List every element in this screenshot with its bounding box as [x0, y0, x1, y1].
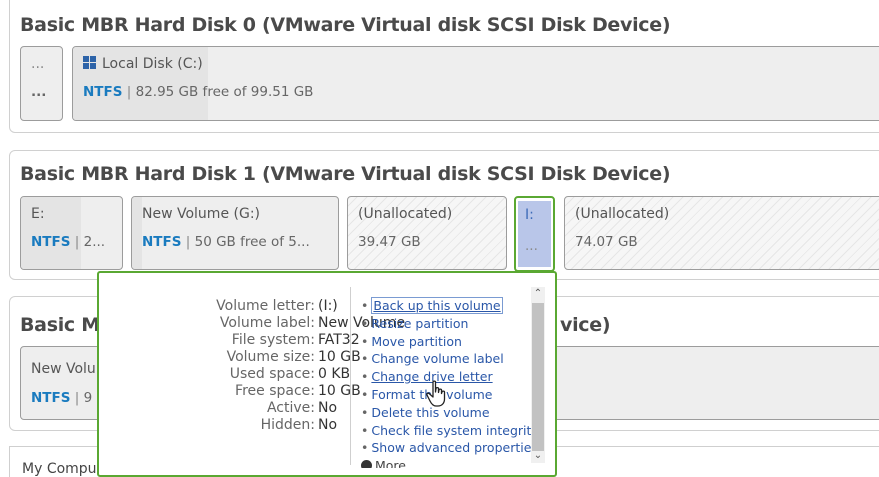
popup-scrollbar[interactable]: ⌃ ⌄: [531, 287, 545, 463]
partition-e-label: E:: [31, 206, 45, 222]
my-computer-label[interactable]: My Compu: [22, 461, 97, 477]
partition-disk-2-meta: NTFS | 9: [31, 390, 93, 406]
partition-c-label: Local Disk (C:): [83, 56, 203, 72]
used-space-fill: [132, 197, 142, 269]
disk-2-title-tail: vice): [560, 314, 611, 336]
action-format-volume[interactable]: • Format this volume: [361, 387, 539, 405]
partition-c[interactable]: Local Disk (C:) NTFS | 82.95 GB free of …: [72, 46, 879, 121]
partition-i-highlight: [518, 201, 551, 267]
scroll-down-icon[interactable]: ⌄: [531, 449, 545, 463]
partition-g-meta: NTFS | 50 GB free of 5...: [142, 234, 310, 250]
partition-g-label: New Volume (G:): [142, 206, 260, 222]
popup-divider: [350, 287, 351, 465]
partition-i[interactable]: I: ...: [514, 196, 555, 272]
action-change-drive-letter[interactable]: • Change drive letter: [361, 369, 539, 387]
partition-e[interactable]: E: NTFS | 2...: [20, 196, 123, 270]
action-delete-volume[interactable]: • Delete this volume: [361, 405, 539, 423]
unallocated-1-size: 39.47 GB: [358, 234, 421, 250]
disk-1-title: Basic MBR Hard Disk 1 (VMware Virtual di…: [20, 163, 671, 185]
disk-2-title: Basic MI: [20, 314, 107, 336]
disk-0-small-partition[interactable]: ... ...: [20, 46, 63, 121]
partition-i-meta: ...: [525, 238, 538, 254]
partition-i-label: I:: [525, 207, 534, 223]
action-move-partition[interactable]: • Move partition: [361, 334, 539, 352]
partition-e-meta: NTFS | 2...: [31, 234, 106, 250]
volume-actions-list: • Back up this volume • Resize partition •…: [361, 297, 539, 469]
used-space-fill: [21, 197, 81, 269]
unallocated-2-label: (Unallocated): [575, 206, 670, 222]
windows-icon: [83, 56, 96, 69]
disk-0-title: Basic MBR Hard Disk 0 (VMware Virtual di…: [20, 14, 671, 36]
disk-0-panel: Basic MBR Hard Disk 0 (VMware Virtual di…: [9, 0, 879, 133]
action-show-advanced-properties[interactable]: • Show advanced properties: [361, 440, 539, 458]
scroll-up-icon[interactable]: ⌃: [531, 287, 545, 301]
unallocated-2-size: 74.07 GB: [575, 234, 638, 250]
unallocated-2[interactable]: (Unallocated) 74.07 GB: [564, 196, 879, 270]
action-check-file-system[interactable]: • Check file system integrity: [361, 423, 539, 441]
action-back-up-volume[interactable]: • Back up this volume: [361, 297, 539, 316]
more-arrow-icon: [361, 460, 372, 469]
scroll-thumb[interactable]: [532, 303, 544, 451]
partition-disk-2-label: New Volu: [31, 361, 96, 377]
partition-label: ...: [31, 56, 45, 72]
action-more[interactable]: More: [361, 458, 539, 469]
partition-c-meta: NTFS | 82.95 GB free of 99.51 GB: [83, 84, 314, 100]
action-change-volume-label[interactable]: • Change volume label: [361, 351, 539, 369]
hand-cursor-icon: [426, 380, 446, 407]
partition-meta: ...: [31, 84, 47, 100]
unallocated-1-label: (Unallocated): [358, 206, 453, 222]
action-resize-partition[interactable]: • Resize partition: [361, 316, 539, 334]
volume-properties-popup: Volume letter: (I:) Volume label: New Volu…: [97, 271, 557, 477]
partition-g[interactable]: New Volume (G:) NTFS | 50 GB free of 5..…: [131, 196, 339, 270]
unallocated-1[interactable]: (Unallocated) 39.47 GB: [347, 196, 507, 270]
disk-1-panel: Basic MBR Hard Disk 1 (VMware Virtual di…: [9, 150, 879, 280]
